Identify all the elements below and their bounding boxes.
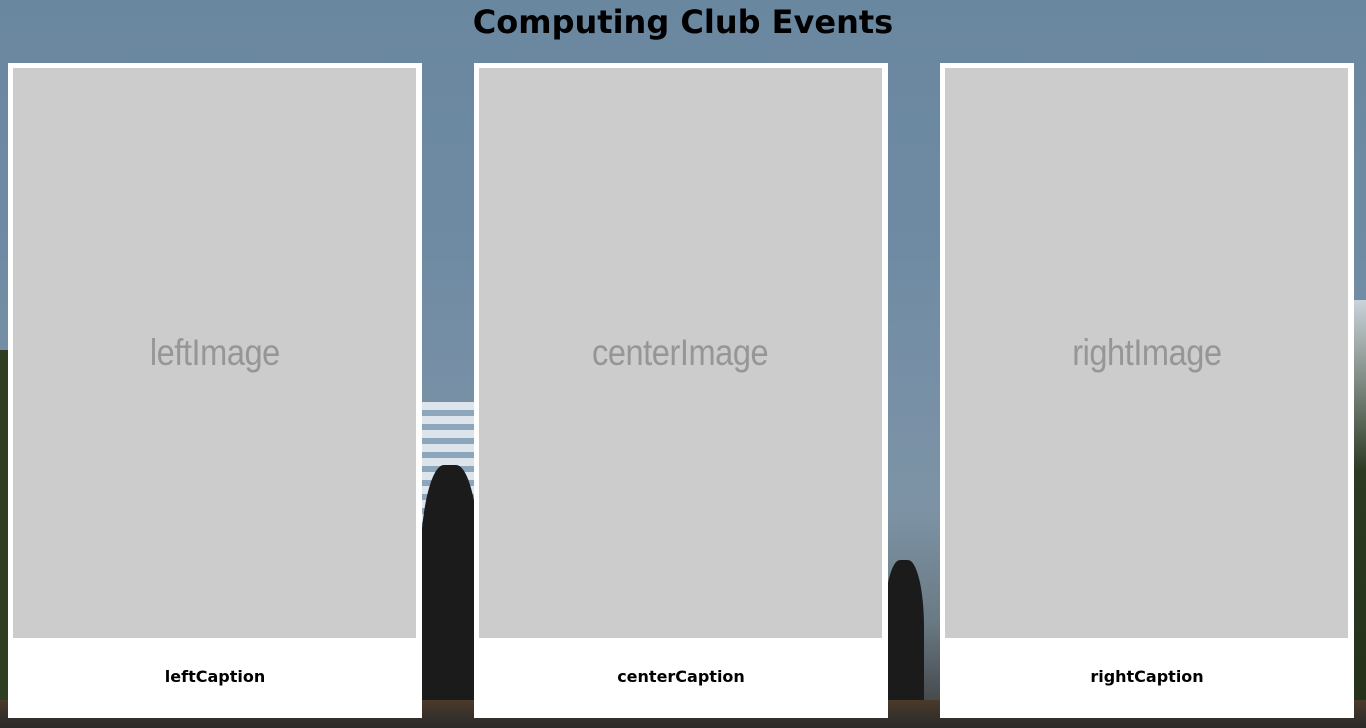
image-placeholder-label: leftImage	[149, 332, 280, 373]
background-photo-trees-right	[1352, 300, 1366, 728]
event-caption-right: rightCaption	[1090, 667, 1204, 686]
image-placeholder-label: centerImage	[592, 332, 769, 373]
event-card-center[interactable]: centerImage centerCaption	[474, 63, 888, 718]
event-card-right[interactable]: rightImage rightCaption	[940, 63, 1354, 718]
event-image-right[interactable]: rightImage	[945, 68, 1348, 638]
event-image-left[interactable]: leftImage	[13, 68, 416, 638]
page-title: Computing Club Events	[472, 3, 894, 41]
background-photo-person	[420, 465, 480, 728]
image-placeholder-label: rightImage	[1071, 332, 1222, 373]
page: Computing Club Events leftImage leftCapt…	[0, 0, 1366, 728]
event-image-center[interactable]: centerImage	[479, 68, 882, 638]
event-caption-center: centerCaption	[617, 667, 745, 686]
event-card-left[interactable]: leftImage leftCaption	[8, 63, 422, 718]
event-caption-left: leftCaption	[164, 667, 266, 686]
